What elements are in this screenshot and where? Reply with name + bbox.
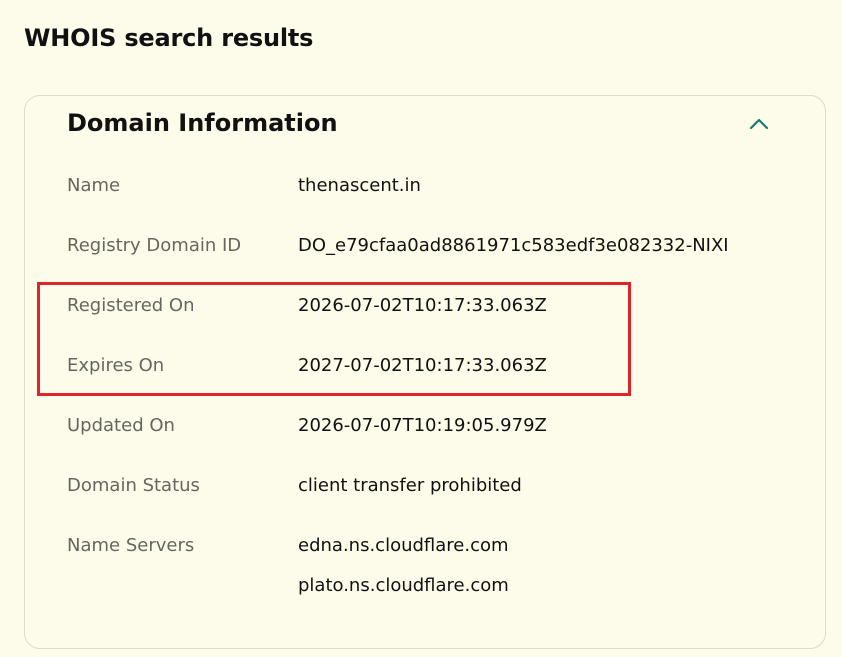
domain-status-label: Domain Status — [67, 475, 200, 496]
name-server-1: edna.ns.cloudflare.com — [298, 535, 509, 556]
registered-on-value: 2026-07-02T10:17:33.063Z — [298, 295, 547, 316]
expires-on-value: 2027-07-02T10:17:33.063Z — [298, 355, 547, 376]
name-label: Name — [67, 175, 121, 196]
name-servers-label: Name Servers — [67, 535, 195, 556]
name-value: thenascent.in — [298, 175, 421, 196]
registry-domain-id-value: DO_e79cfaa0ad8861971c583edf3e082332-NIXI — [298, 235, 729, 256]
registry-domain-id-label: Registry Domain ID — [67, 235, 242, 256]
updated-on-value: 2026-07-07T10:19:05.979Z — [298, 415, 547, 436]
page-title: WHOIS search results — [24, 24, 314, 52]
registered-on-label: Registered On — [67, 295, 195, 316]
domain-information-panel: Domain Information Name thenascent.in Re… — [24, 95, 826, 649]
updated-on-label: Updated On — [67, 415, 175, 436]
name-server-2: plato.ns.cloudflare.com — [298, 575, 509, 596]
panel-heading: Domain Information — [67, 109, 338, 137]
chevron-up-icon — [749, 118, 769, 130]
collapse-toggle-button[interactable] — [745, 110, 773, 138]
expires-on-label: Expires On — [67, 355, 165, 376]
domain-status-value: client transfer prohibited — [298, 475, 522, 496]
